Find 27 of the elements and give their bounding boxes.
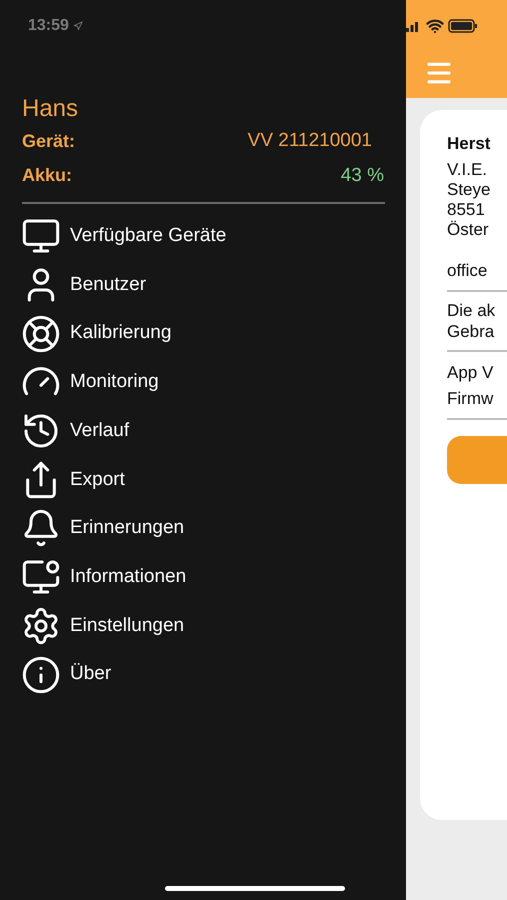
version-text: App V Firmw	[447, 362, 494, 410]
menu-item[interactable]: Export	[20, 455, 125, 504]
device-label: Gerät:	[22, 130, 76, 153]
menu-item[interactable]: Kalibrierung	[20, 309, 172, 358]
notice-text: Die ak Gebra	[447, 300, 496, 342]
user-name: Hans	[22, 94, 78, 124]
menu-item[interactable]: Benutzer	[20, 260, 146, 310]
lifebuoy-icon	[20, 314, 62, 354]
battery-label: Akku:	[22, 164, 72, 188]
menu-item[interactable]: Erinnerungen	[20, 504, 184, 553]
battery-icon	[448, 19, 478, 33]
address-text: V.I.E. Steye 8551 Öster	[447, 160, 492, 240]
device-value: VV 211210001	[248, 129, 372, 153]
menu-item[interactable]: Über	[20, 650, 112, 699]
menu-item[interactable]: Verlauf	[20, 406, 130, 456]
email-text: office	[447, 260, 488, 282]
menu-item[interactable]: Monitoring	[20, 358, 159, 407]
menu-item[interactable]: Verfügbare Geräte	[20, 212, 226, 261]
action-button[interactable]	[447, 436, 507, 484]
menu-item[interactable]: Einstellungen	[20, 602, 184, 650]
menu-item[interactable]: Informationen	[20, 552, 186, 602]
location-icon	[72, 21, 83, 31]
info-icon	[20, 654, 62, 695]
wifi-icon	[426, 17, 444, 35]
manufacturer-heading: Herst	[447, 133, 492, 155]
battery-value: 43 %	[340, 164, 384, 188]
status-time: 13:59	[28, 16, 69, 36]
